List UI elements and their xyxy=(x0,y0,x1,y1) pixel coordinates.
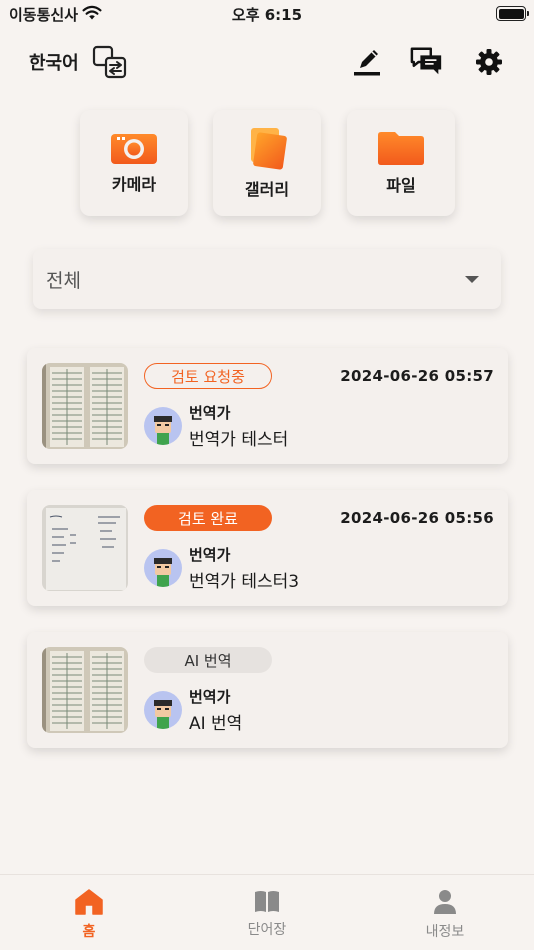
edit-button[interactable] xyxy=(350,44,384,80)
language-switch-icon[interactable] xyxy=(92,44,128,80)
avatar xyxy=(144,407,182,445)
status-badge: AI 번역 xyxy=(144,647,272,673)
gallery-label: 갤러리 xyxy=(244,180,290,199)
card-date: 2024-06-26 05:57 xyxy=(340,367,494,385)
tab-vocabulary[interactable]: 단어장 xyxy=(207,889,327,939)
book-icon xyxy=(255,891,279,912)
filter-value: 전체 xyxy=(46,270,81,292)
translator-name: 번역가 테스터 xyxy=(189,430,289,450)
tab-home[interactable]: 홈 xyxy=(29,889,149,941)
camera-button[interactable]: 카메라 xyxy=(80,110,188,216)
tab-my-info[interactable]: 내정보 xyxy=(385,889,505,941)
translator-name: AI 번역 xyxy=(189,714,243,734)
document-thumbnail xyxy=(42,505,128,591)
status-bar: 이동통신사 오후 6:15 xyxy=(0,0,534,28)
status-badge: 검토 요청중 xyxy=(144,363,272,389)
folder-icon xyxy=(378,132,424,165)
home-icon xyxy=(75,889,103,915)
filter-dropdown[interactable]: 전체 xyxy=(33,249,501,309)
document-thumbnail xyxy=(42,647,128,733)
person-icon xyxy=(434,890,456,914)
bottom-tab-bar: 홈 단어장 내정보 xyxy=(0,874,534,950)
gallery-button[interactable]: 갤러리 xyxy=(213,110,321,216)
tab-home-label: 홈 xyxy=(82,924,96,940)
camera-icon xyxy=(111,134,157,164)
avatar xyxy=(144,549,182,587)
avatar xyxy=(144,691,182,729)
chat-icon xyxy=(410,47,442,75)
gear-icon xyxy=(476,49,502,75)
settings-button[interactable] xyxy=(472,44,506,80)
translation-card[interactable]: AI 번역 번역가 AI 번역 xyxy=(27,632,508,748)
translator-name: 번역가 테스터3 xyxy=(189,572,300,592)
camera-label: 카메라 xyxy=(111,175,157,194)
status-badge: 검토 완료 xyxy=(144,505,272,531)
translator-role: 번역가 xyxy=(189,688,231,706)
translator-role: 번역가 xyxy=(189,546,231,564)
chevron-down-icon xyxy=(465,276,479,283)
file-button[interactable]: 파일 xyxy=(347,110,455,216)
tab-my-info-label: 내정보 xyxy=(425,924,465,940)
file-label: 파일 xyxy=(386,176,416,195)
battery-icon xyxy=(496,6,529,21)
translation-card[interactable]: 검토 완료 2024-06-26 05:56 번역가 번역가 테스터3 xyxy=(27,490,508,606)
translator-role: 번역가 xyxy=(189,404,231,422)
pen-icon xyxy=(354,50,380,76)
tab-vocabulary-label: 단어장 xyxy=(247,922,287,938)
chat-button[interactable] xyxy=(410,44,444,80)
current-language[interactable]: 한국어 xyxy=(29,49,79,75)
status-time: 오후 6:15 xyxy=(231,6,303,24)
translation-card[interactable]: 검토 요청중 2024-06-26 05:57 번역가 번역가 테스터 xyxy=(27,348,508,464)
gallery-icon xyxy=(251,128,287,170)
card-date: 2024-06-26 05:56 xyxy=(340,509,494,527)
document-thumbnail xyxy=(42,363,128,449)
